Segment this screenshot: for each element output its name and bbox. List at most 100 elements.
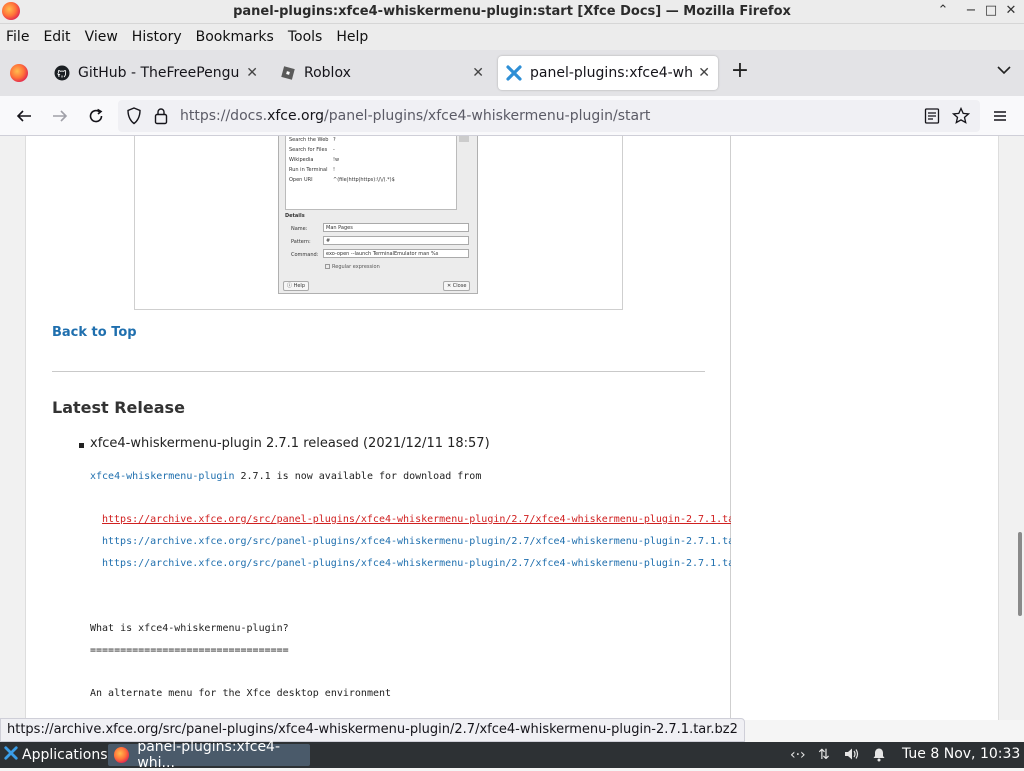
- description-text: An alternate menu for the Xfce desktop e…: [90, 688, 392, 699]
- name-field: Man Pages: [323, 223, 469, 232]
- download-link-row: https://archive.xfce.org/src/panel-plugi…: [102, 536, 731, 547]
- xfce-icon: [4, 746, 18, 764]
- regex-label: Regular expression: [332, 264, 380, 270]
- page-scrollbar-thumb[interactable]: [1018, 532, 1022, 616]
- forward-arrow-icon[interactable]: [48, 104, 72, 128]
- minimize-icon[interactable]: −: [962, 3, 980, 18]
- download-link-row: https://archive.xfce.org/src/panel-plugi…: [102, 514, 731, 525]
- close-tab-icon[interactable]: ✕: [472, 65, 484, 81]
- url-text[interactable]: https://docs.xfce.org/panel-plugins/xfce…: [180, 108, 650, 124]
- xfce-taskbar: Applications ⋮ panel-plugins:xfce4-whi..…: [0, 739, 1024, 771]
- taskbar-window-firefox[interactable]: panel-plugins:xfce4-whi...: [108, 739, 310, 771]
- notification-bell-icon[interactable]: [872, 747, 886, 766]
- section-heading: Latest Release: [52, 398, 185, 417]
- list-bullet: [79, 443, 84, 448]
- pattern-field: #: [323, 236, 469, 245]
- command-field: exo-open --launch TerminalEmulator man %…: [323, 249, 469, 258]
- action-pattern: !w: [333, 157, 340, 163]
- page-viewport[interactable]: Search the Web? Search for Files - Wikipe…: [0, 136, 1024, 720]
- help-label: Help: [293, 283, 305, 289]
- tab-github[interactable]: GitHub - TheFreePenguin ✕: [46, 56, 266, 90]
- regex-checkbox: Regular expression: [325, 264, 380, 270]
- details-title: Details: [285, 213, 305, 219]
- reader-view-icon[interactable]: [924, 107, 940, 129]
- navigation-toolbar: https://docs.xfce.org/panel-plugins/xfce…: [0, 96, 1024, 136]
- action-name: Search for Files: [289, 147, 328, 153]
- firefox-logo-icon: [2, 2, 20, 20]
- menu-view[interactable]: View: [85, 29, 118, 45]
- github-icon: [54, 65, 70, 81]
- download-link-bz2[interactable]: https://archive.xfce.org/src/panel-plugi…: [102, 514, 731, 525]
- window-titlebar: panel-plugins:xfce4-whiskermenu-plugin:s…: [0, 0, 1024, 24]
- action-pattern: !: [333, 167, 336, 173]
- sidebar-divider: [730, 136, 731, 720]
- url-bar[interactable]: https://docs.xfce.org/panel-plugins/xfce…: [118, 100, 980, 132]
- new-tab-plus-icon[interactable]: +: [730, 58, 750, 83]
- actions-list: Search the Web? Search for Files - Wikipe…: [285, 136, 457, 210]
- download-link-row: https://archive.xfce.org/src/panel-plugi…: [102, 558, 731, 569]
- firefox-view-icon[interactable]: [10, 64, 28, 82]
- network-updown-icon[interactable]: ⇅: [818, 747, 830, 763]
- menu-bar: File Edit View History Bookmarks Tools H…: [0, 24, 1024, 50]
- action-pattern: ^(file|http|https):\/\/(.*)$: [333, 177, 395, 183]
- download-link-sha1[interactable]: https://archive.xfce.org/src/panel-plugi…: [102, 558, 731, 569]
- menu-file[interactable]: File: [6, 29, 29, 45]
- back-to-top-link[interactable]: Back to Top: [52, 325, 137, 340]
- applications-label: Applications: [22, 747, 108, 763]
- firefox-logo-icon: [114, 747, 130, 763]
- url-path: /panel-plugins/xfce4-whiskermenu-plugin/…: [324, 108, 651, 124]
- list-scrollbar: [459, 136, 469, 142]
- menu-tools[interactable]: Tools: [288, 29, 323, 45]
- availability-line: xfce4-whiskermenu-plugin 2.7.1 is now av…: [90, 471, 481, 482]
- action-row: Open URI ^(file|http|https):\/\/(.*)$: [289, 177, 395, 183]
- plugin-link[interactable]: xfce4-whiskermenu-plugin: [90, 471, 235, 482]
- download-link-sha256[interactable]: https://archive.xfce.org/src/panel-plugi…: [102, 536, 731, 547]
- bookmark-star-icon[interactable]: [951, 106, 971, 129]
- close-label: Close: [452, 283, 467, 289]
- xfce-icon: [506, 65, 522, 81]
- action-name: Wikipedia: [289, 157, 314, 163]
- chevron-up-icon[interactable]: ⌃: [934, 3, 952, 18]
- section-divider: [52, 371, 705, 372]
- url-domain: xfce.org: [267, 108, 325, 124]
- docs-page: Search the Web? Search for Files - Wikipe…: [25, 136, 999, 720]
- lock-icon[interactable]: [154, 107, 168, 129]
- tab-roblox[interactable]: Roblox ✕: [272, 56, 492, 90]
- heading-underline: =================================: [90, 645, 289, 656]
- release-item: xfce4-whiskermenu-plugin 2.7.1 released …: [90, 436, 490, 451]
- action-pattern: -: [333, 147, 335, 153]
- close-tab-icon[interactable]: ✕: [246, 65, 258, 81]
- taskbar-window-label: panel-plugins:xfce4-whi...: [137, 739, 281, 771]
- availability-text: 2.7.1 is now available for download from: [234, 471, 482, 482]
- dialog-help-button: ⓘ Help: [283, 281, 309, 291]
- volume-icon[interactable]: [844, 747, 860, 765]
- what-is-heading: What is xfce4-whiskermenu-plugin?: [90, 623, 289, 634]
- maximize-icon[interactable]: □: [982, 3, 1000, 18]
- dialog-close-button: ✕ Close: [443, 281, 471, 291]
- tracking-shield-icon[interactable]: [126, 107, 142, 129]
- action-row: Wikipedia !w: [289, 157, 339, 163]
- back-arrow-icon[interactable]: [12, 104, 36, 128]
- action-row: Search the Web?: [289, 137, 336, 143]
- menu-history[interactable]: History: [132, 29, 182, 45]
- hamburger-menu-icon[interactable]: [988, 104, 1012, 128]
- roblox-icon: [280, 65, 296, 81]
- menu-bookmarks[interactable]: Bookmarks: [196, 29, 274, 45]
- action-row: Search for Files -: [289, 147, 335, 153]
- close-icon[interactable]: ✕: [1002, 3, 1020, 18]
- reload-icon[interactable]: [84, 104, 108, 128]
- clock[interactable]: Tue 8 Nov, 10:33: [902, 746, 1020, 762]
- action-name: Search the Web: [289, 137, 329, 143]
- search-actions-dialog-screenshot[interactable]: Search the Web? Search for Files - Wikipe…: [278, 136, 478, 294]
- menu-edit[interactable]: Edit: [43, 29, 70, 45]
- network-code-icon[interactable]: ‹·›: [790, 747, 806, 763]
- list-all-tabs-chevron-icon[interactable]: [994, 60, 1014, 80]
- tab-xfce-docs[interactable]: panel-plugins:xfce4-whis ✕: [498, 56, 718, 90]
- tab-label: Roblox: [304, 65, 351, 81]
- close-tab-icon[interactable]: ✕: [698, 65, 710, 81]
- tab-label: GitHub - TheFreePenguin: [78, 65, 241, 81]
- menu-help[interactable]: Help: [336, 29, 368, 45]
- pattern-label: Pattern:: [291, 239, 311, 245]
- tab-label: panel-plugins:xfce4-whis: [530, 65, 693, 81]
- name-label: Name:: [291, 226, 308, 232]
